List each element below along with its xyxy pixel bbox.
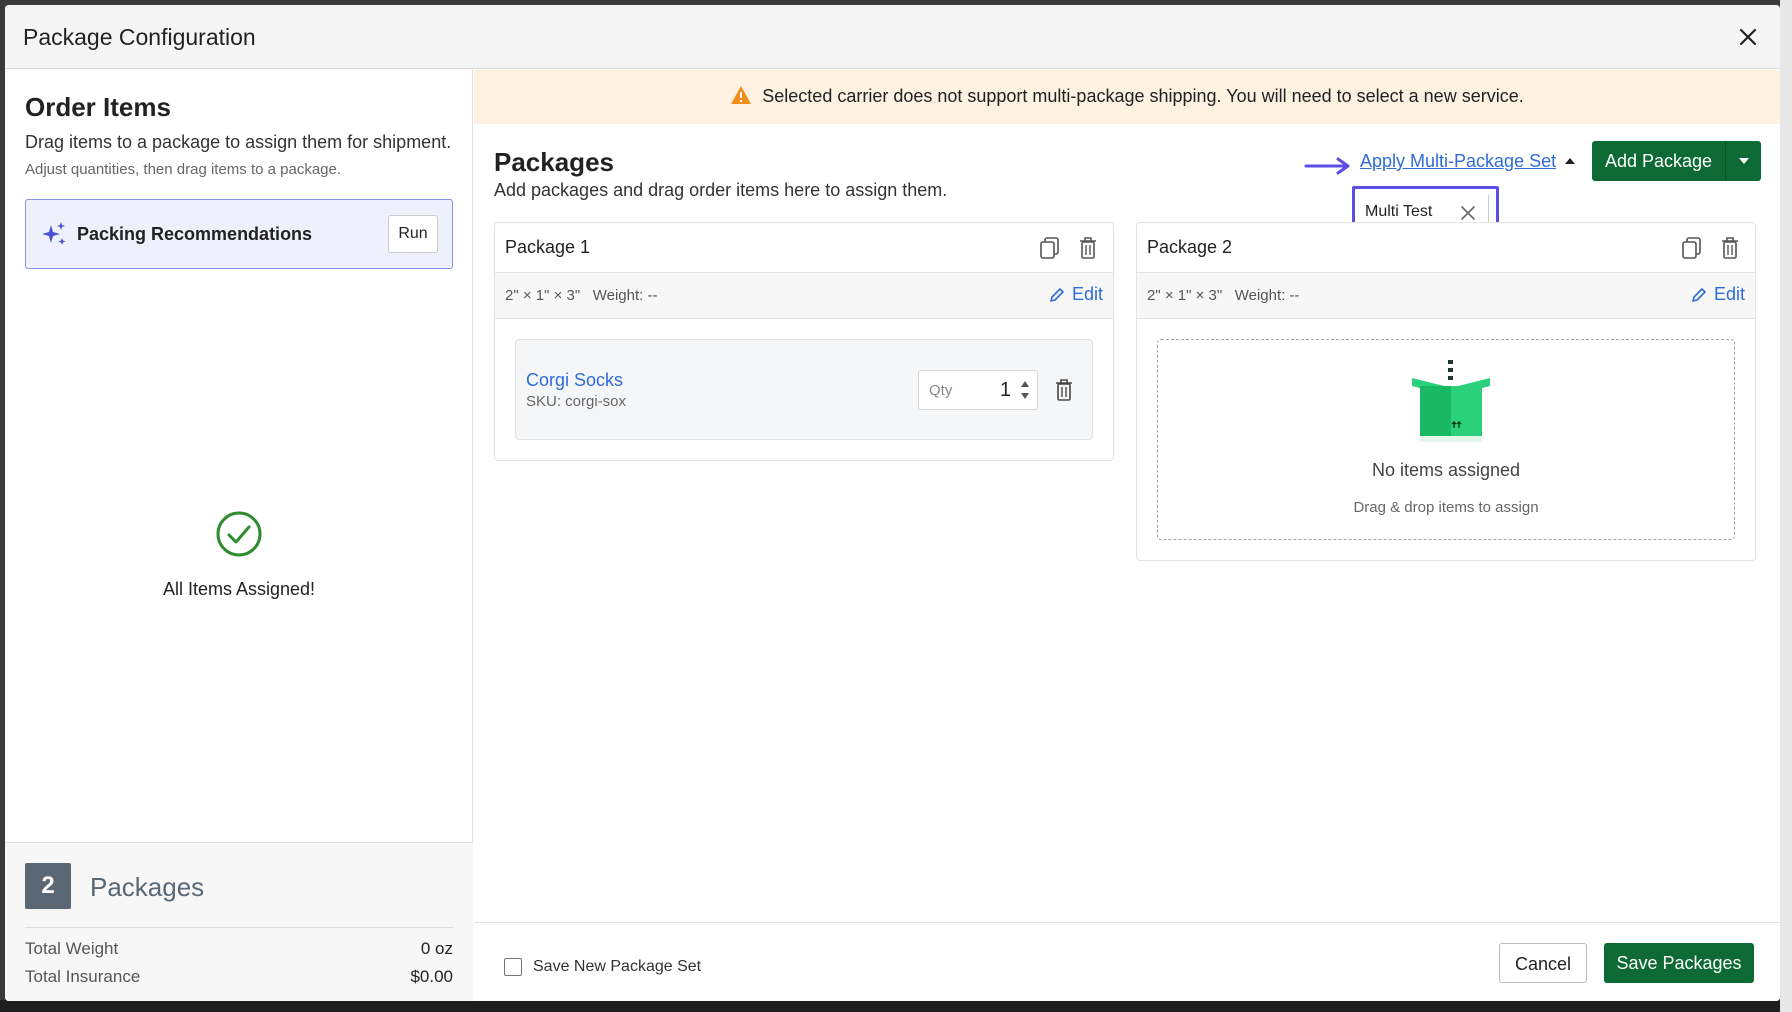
warning-content: Selected carrier does not support multi-… — [474, 85, 1780, 107]
save-new-package-set-toggle[interactable]: Save New Package Set — [504, 958, 701, 976]
packages-subtitle: Add packages and drag order items here t… — [494, 180, 948, 200]
package-card-2: Package 2 2" × 1" × 3" Weight: -- Edit N… — [1136, 222, 1756, 561]
add-package-dropdown-toggle[interactable] — [1726, 141, 1761, 181]
pencil-icon — [1692, 287, 1706, 302]
package-name: Package 2 — [1147, 237, 1233, 257]
no-items-subtitle: Drag & drop items to assign — [1353, 499, 1539, 516]
package-dimensions-row: 2" × 1" × 3" Weight: -- Edit — [495, 273, 1113, 319]
qty-placeholder: Qty — [929, 382, 953, 399]
cancel-button[interactable]: Cancel — [1499, 943, 1587, 983]
package-dimensions: 2" × 1" × 3" Weight: -- — [1147, 287, 1299, 304]
drop-zone[interactable]: No items assigned Drag & drop items to a… — [1157, 339, 1735, 540]
packages-title: Packages — [494, 147, 614, 177]
order-items-title: Order Items — [25, 92, 171, 122]
order-item[interactable]: Corgi Socks SKU: corgi-sox Qty 1 — [515, 339, 1093, 440]
edit-label: Edit — [1071, 284, 1103, 304]
package-dims: 2" × 1" × 3" — [505, 287, 581, 304]
add-package-split-button: Add Package — [1592, 141, 1761, 181]
order-items-subtitle: Drag items to a package to assign them f… — [25, 132, 452, 152]
apply-multi-package-set-link[interactable]: Apply Multi-Package Set — [1360, 151, 1556, 172]
edit-label: Edit — [1713, 284, 1745, 304]
trash-icon[interactable] — [1719, 236, 1741, 260]
packages-panel: Selected carrier does not support multi-… — [474, 70, 1780, 1001]
package-header: Package 2 — [1137, 223, 1755, 273]
edit-package-button[interactable]: Edit — [1690, 284, 1745, 305]
all-items-assigned-text: All Items Assigned! — [162, 579, 316, 599]
package-count-badge: 2 — [25, 863, 71, 909]
add-package-button[interactable]: Add Package — [1592, 141, 1726, 181]
modal-footer: Save New Package Set Cancel Save Package… — [474, 922, 1780, 1001]
save-packages-button[interactable]: Save Packages — [1604, 943, 1754, 983]
item-name-link[interactable]: Corgi Socks — [526, 370, 623, 391]
package-weight: Weight: -- — [592, 287, 658, 304]
order-items-hint: Adjust quantities, then drag items to a … — [25, 161, 342, 178]
save-set-checkbox[interactable] — [504, 958, 522, 976]
trash-icon[interactable] — [1077, 236, 1099, 260]
no-items-title: No items assigned — [1371, 460, 1521, 480]
close-icon[interactable] — [1734, 23, 1762, 51]
qty-value[interactable]: 1 — [1000, 379, 1011, 402]
run-button[interactable]: Run — [388, 215, 438, 253]
warning-text: Selected carrier does not support multi-… — [762, 86, 1524, 106]
total-insurance-value: $0.00 — [410, 967, 453, 986]
package-header: Package 1 — [495, 223, 1113, 273]
warning-icon — [731, 86, 752, 104]
modal-header: Package Configuration — [5, 5, 1780, 69]
chevron-down-icon — [1738, 158, 1749, 164]
packing-recommendations-card: Packing Recommendations Run — [25, 199, 453, 269]
pencil-icon — [1050, 287, 1064, 302]
background-edge — [1780, 0, 1792, 1012]
copy-icon[interactable] — [1681, 236, 1703, 260]
package-weight: Weight: -- — [1234, 287, 1300, 304]
background-backdrop — [0, 1000, 1792, 1012]
arrow-right-icon — [1304, 157, 1350, 175]
item-sku: SKU: corgi-sox — [526, 393, 627, 410]
total-weight-value: 0 oz — [420, 939, 453, 958]
package-count-label: Packages — [90, 872, 205, 902]
modal-title: Package Configuration — [23, 24, 256, 50]
multi-package-set-option[interactable]: Multi Test — [1365, 203, 1432, 221]
warning-banner: Selected carrier does not support multi-… — [474, 70, 1780, 124]
summary-divider — [25, 927, 453, 928]
total-weight-label: Total Weight — [25, 939, 119, 958]
copy-icon[interactable] — [1039, 236, 1061, 260]
edit-package-button[interactable]: Edit — [1048, 284, 1103, 305]
package-dimensions-row: 2" × 1" × 3" Weight: -- Edit — [1137, 273, 1755, 319]
sparkle-icon — [42, 222, 66, 245]
check-circle-icon — [216, 511, 262, 557]
total-insurance-label: Total Insurance — [25, 967, 141, 986]
remove-set-icon[interactable] — [1459, 204, 1477, 222]
packages-summary: 2 Packages Total Weight 0 oz Total Insur… — [5, 842, 473, 1001]
package-configuration-modal: Package Configuration Order Items Drag i… — [5, 5, 1780, 1001]
stepper-arrows-icon[interactable] — [1019, 377, 1031, 403]
package-dims: 2" × 1" × 3" — [1147, 287, 1223, 304]
trash-icon[interactable] — [1053, 378, 1075, 402]
quantity-stepper[interactable]: Qty 1 — [918, 370, 1038, 410]
caret-up-icon[interactable] — [1564, 156, 1576, 166]
package-dimensions: 2" × 1" × 3" Weight: -- — [505, 287, 657, 304]
packing-recommendations-label: Packing Recommendations — [77, 224, 313, 244]
order-items-panel: Order Items Drag items to a package to a… — [5, 70, 473, 1001]
save-set-label: Save New Package Set — [533, 958, 702, 975]
open-box-icon — [1412, 360, 1490, 442]
package-name: Package 1 — [505, 237, 591, 257]
package-card-1: Package 1 2" × 1" × 3" Weight: -- Edit C… — [494, 222, 1114, 461]
